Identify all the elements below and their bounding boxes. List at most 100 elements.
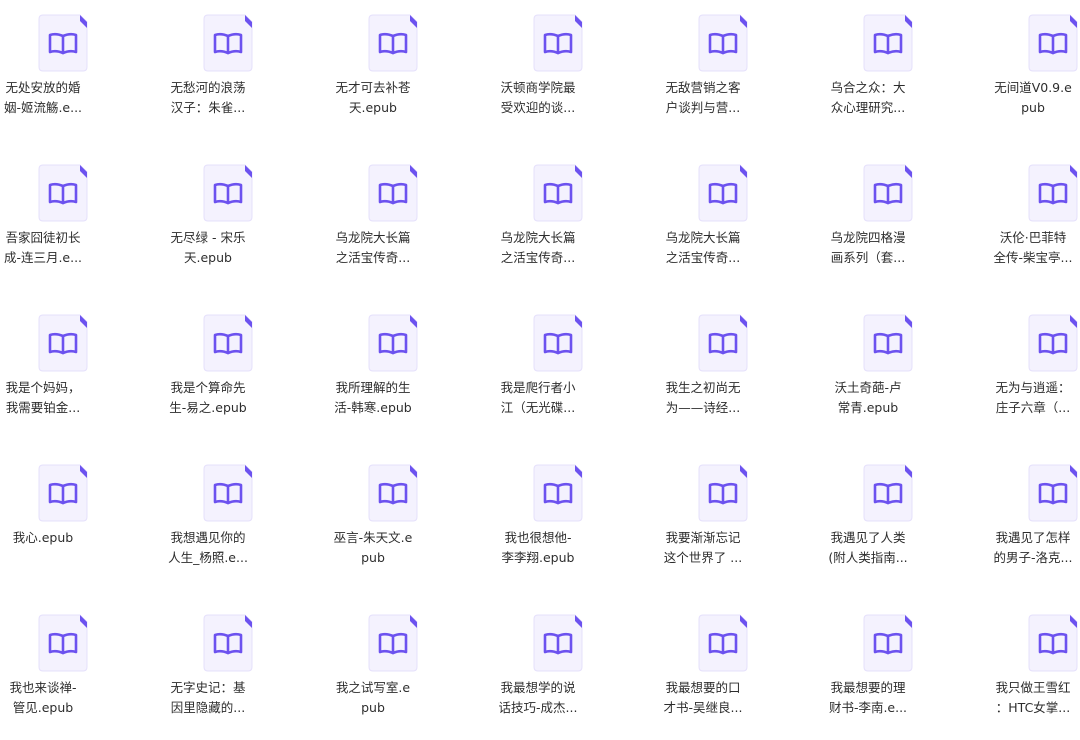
file-name-line: 沃土奇葩-卢 — [834, 380, 902, 395]
file-name-line: 的男子-洛克... — [993, 550, 1073, 565]
file-name-label: 我想遇见你的 人生_杨照.e... — [165, 528, 251, 568]
file-name-line: 我生之初尚无 — [665, 380, 741, 395]
file-item[interactable]: 我遇见了怎样 的男子-洛克... — [990, 450, 1080, 590]
file-name-label: 乌合之众：大 众心理研究... — [825, 78, 911, 118]
file-name-line: 沃伦·巴菲特 — [999, 230, 1067, 245]
file-name-line: 江（无光碟... — [500, 400, 576, 415]
file-item[interactable]: 我也很想他- 李李翔.epub — [495, 450, 625, 590]
file-name-line: 沃顿商学院最 — [500, 80, 576, 95]
file-name-line: pub — [1021, 100, 1045, 115]
file-name-label: 我心.epub — [0, 528, 86, 548]
file-name-label: 乌龙院大长篇 之活宝传奇... — [495, 228, 581, 268]
file-item[interactable]: 我只做王雪红 ：HTC女掌... — [990, 600, 1080, 740]
file-item[interactable]: 无间道V0.9.e pub — [990, 0, 1080, 140]
file-name-line: 活-韩寒.epub — [334, 400, 412, 415]
epub-book-file-icon — [533, 464, 583, 522]
file-name-line: pub — [361, 550, 385, 565]
file-item[interactable]: 乌龙院大长篇 之活宝传奇... — [330, 150, 460, 290]
file-name-label: 无才可去补苍 天.epub — [330, 78, 416, 118]
epub-book-file-icon — [1028, 464, 1078, 522]
file-item[interactable]: 无为与逍遥： 庄子六章（... — [990, 300, 1080, 440]
file-name-line: 我是个算命先 — [170, 380, 246, 395]
file-name-line: 众心理研究... — [830, 100, 906, 115]
file-item[interactable]: 我之试写室.e pub — [330, 600, 460, 740]
file-item[interactable]: 沃土奇葩-卢 常青.epub — [825, 300, 955, 440]
file-item[interactable]: 我要渐渐忘记 这个世界了 ... — [660, 450, 790, 590]
file-item[interactable]: 无字史记：基 因里隐藏的... — [165, 600, 295, 740]
epub-book-file-icon — [533, 14, 583, 72]
epub-book-file-icon — [368, 14, 418, 72]
epub-book-file-icon — [203, 614, 253, 672]
file-name-line: 话技巧-成杰... — [498, 700, 578, 715]
file-name-label: 沃顿商学院最 受欢迎的谈... — [495, 78, 581, 118]
epub-book-file-icon — [1028, 314, 1078, 372]
file-name-label: 无为与逍遥： 庄子六章（... — [990, 378, 1076, 418]
file-item[interactable]: 无敌营销之客 户谈判与营... — [660, 0, 790, 140]
file-item[interactable]: 乌合之众：大 众心理研究... — [825, 0, 955, 140]
file-item[interactable]: 我是个算命先 生-易之.epub — [165, 300, 295, 440]
file-name-line: 常青.epub — [837, 400, 899, 415]
file-item[interactable]: 我所理解的生 活-韩寒.epub — [330, 300, 460, 440]
file-name-line: 户谈判与营... — [665, 100, 741, 115]
file-item[interactable]: 乌龙院四格漫 画系列（套... — [825, 150, 955, 290]
epub-book-file-icon — [38, 464, 88, 522]
epub-book-file-icon — [203, 164, 253, 222]
file-item[interactable]: 无尽绿 - 宋乐 天.epub — [165, 150, 295, 290]
epub-book-file-icon — [533, 314, 583, 372]
epub-book-file-icon — [203, 14, 253, 72]
file-item[interactable]: 我生之初尚无 为——诗经... — [660, 300, 790, 440]
file-item[interactable]: 无愁河的浪荡 汉子：朱雀... — [165, 0, 295, 140]
file-name-line: 我心.epub — [12, 530, 74, 545]
file-name-line: 人生_杨照.e... — [168, 550, 248, 565]
file-item[interactable]: 沃顿商学院最 受欢迎的谈... — [495, 0, 625, 140]
file-item[interactable]: 我最想要的理 财书-李南.e... — [825, 600, 955, 740]
file-name-line: 我遇见了人类 — [830, 530, 906, 545]
epub-book-file-icon — [698, 314, 748, 372]
file-name-line: 才书-吴继良... — [663, 700, 743, 715]
epub-book-file-icon — [533, 614, 583, 672]
file-item[interactable]: 我想遇见你的 人生_杨照.e... — [165, 450, 295, 590]
file-name-line: 我需要铂金... — [5, 400, 81, 415]
epub-book-file-icon — [368, 164, 418, 222]
file-item[interactable]: 巫言-朱天文.e pub — [330, 450, 460, 590]
file-name-line: 这个世界了 ... — [663, 550, 743, 565]
file-item[interactable]: 无处安放的婚 姻-姬流觞.e... — [0, 0, 130, 140]
file-name-line: 乌龙院四格漫 — [830, 230, 906, 245]
file-item[interactable]: 我最想学的说 话技巧-成杰... — [495, 600, 625, 740]
file-name-line: 画系列（套... — [830, 250, 906, 265]
file-name-line: 天.epub — [349, 100, 397, 115]
file-name-label: 我最想学的说 话技巧-成杰... — [495, 678, 581, 718]
file-item[interactable]: 沃伦·巴菲特 全传-柴宝亭... — [990, 150, 1080, 290]
file-item[interactable]: 我是爬行者小 江（无光碟... — [495, 300, 625, 440]
epub-book-file-icon — [533, 164, 583, 222]
epub-book-file-icon — [698, 464, 748, 522]
file-item[interactable]: 吾家囧徒初长 成-连三月.e... — [0, 150, 130, 290]
file-item[interactable]: 我最想要的口 才书-吴继良... — [660, 600, 790, 740]
file-name-line: 我所理解的生 — [335, 380, 411, 395]
file-name-line: 生-易之.epub — [169, 400, 247, 415]
file-name-line: ：HTC女掌... — [995, 700, 1071, 715]
file-item[interactable]: 乌龙院大长篇 之活宝传奇... — [495, 150, 625, 290]
file-name-line: 无处安放的婚 — [5, 80, 81, 95]
file-name-line: 因里隐藏的... — [170, 700, 246, 715]
epub-book-file-icon — [368, 464, 418, 522]
file-name-line: 无尽绿 - 宋乐 — [170, 230, 246, 245]
epub-book-file-icon — [863, 164, 913, 222]
file-item[interactable]: 我心.epub — [0, 450, 130, 590]
file-item[interactable]: 我也来谈禅- 管见.epub — [0, 600, 130, 740]
file-name-line: 为——诗经... — [665, 400, 741, 415]
file-name-line: 姻-姬流觞.e... — [3, 100, 83, 115]
file-name-line: 我最想学的说 — [500, 680, 576, 695]
file-item[interactable]: 我是个妈妈， 我需要铂金... — [0, 300, 130, 440]
file-name-line: 无字史记：基 — [170, 680, 246, 695]
file-name-line: 我是爬行者小 — [500, 380, 576, 395]
file-name-label: 我遇见了人类 (附人类指南... — [825, 528, 911, 568]
file-item[interactable]: 无才可去补苍 天.epub — [330, 0, 460, 140]
file-name-line: 管见.epub — [12, 700, 74, 715]
epub-book-file-icon — [698, 614, 748, 672]
file-name-line: 乌龙院大长篇 — [500, 230, 576, 245]
epub-book-file-icon — [203, 464, 253, 522]
file-item[interactable]: 乌龙院大长篇 之活宝传奇... — [660, 150, 790, 290]
file-item[interactable]: 我遇见了人类 (附人类指南... — [825, 450, 955, 590]
file-name-line: 我也很想他- — [504, 530, 572, 545]
